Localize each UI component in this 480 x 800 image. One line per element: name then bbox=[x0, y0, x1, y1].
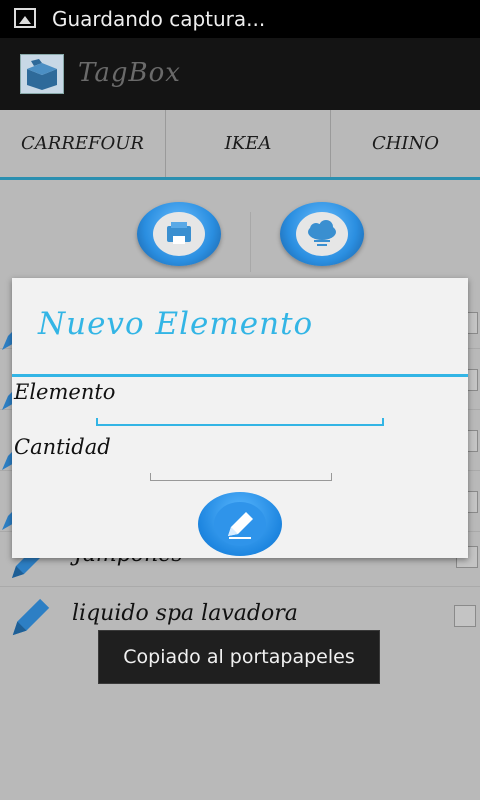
confirm-button[interactable] bbox=[198, 492, 282, 556]
print-button[interactable] bbox=[137, 202, 221, 266]
tab-ikea[interactable]: IKEA bbox=[166, 110, 330, 177]
status-bar: Guardando captura... bbox=[0, 0, 480, 38]
button-divider bbox=[250, 212, 251, 272]
quantity-label: Cantidad bbox=[14, 435, 111, 459]
new-item-dialog: Nuevo Elemento Elemento Cantidad bbox=[12, 278, 468, 558]
image-icon bbox=[14, 8, 36, 28]
printer-icon bbox=[153, 212, 205, 256]
item-checkbox[interactable] bbox=[454, 605, 476, 627]
tab-chino[interactable]: CHINO bbox=[331, 110, 480, 177]
cloud-icon bbox=[296, 212, 348, 256]
status-text: Guardando captura... bbox=[52, 7, 266, 31]
element-label: Elemento bbox=[14, 380, 116, 404]
pencil-icon bbox=[12, 598, 50, 636]
dialog-divider bbox=[12, 374, 468, 377]
tab-bar: CARREFOUR IKEA CHINO bbox=[0, 110, 480, 180]
tab-carrefour[interactable]: CARREFOUR bbox=[0, 110, 165, 177]
box-logo-icon[interactable] bbox=[20, 54, 64, 94]
action-bar bbox=[0, 38, 480, 110]
cloud-button[interactable] bbox=[280, 202, 364, 266]
app-title: TagBox bbox=[78, 58, 181, 88]
quantity-input[interactable] bbox=[150, 473, 332, 481]
element-input[interactable] bbox=[96, 418, 384, 426]
pencil-icon bbox=[214, 502, 266, 546]
toast-message: Copiado al portapapeles bbox=[98, 630, 380, 684]
dialog-title: Nuevo Elemento bbox=[38, 306, 314, 342]
item-label: liquido spa lavadora bbox=[72, 601, 298, 626]
